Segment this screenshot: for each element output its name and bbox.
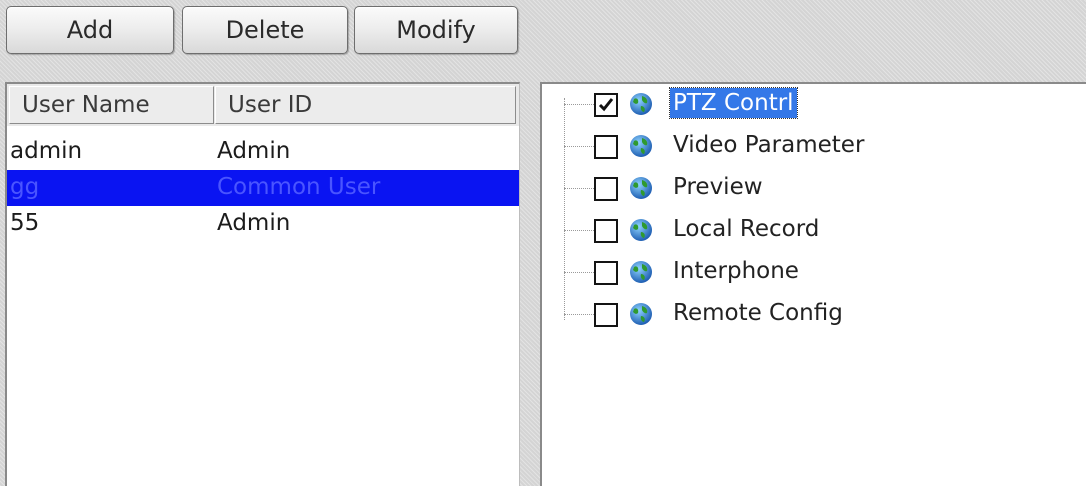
tree-item-ptz-control[interactable]: PTZ Contrl [564,86,1084,122]
tree-item-video-parameter[interactable]: Video Parameter [564,128,1084,164]
tree-branch-line [564,272,594,273]
tree-item-label: Remote Config [673,300,843,326]
globe-icon [628,301,654,327]
globe-icon [628,133,654,159]
globe-icon [628,91,654,117]
user-name-cell: admin [10,138,83,164]
tree-item-label: Local Record [673,216,820,242]
user-rows: admin Admin gg Common User 55 Admin [7,134,519,242]
user-name-cell: 55 [10,210,40,236]
modify-button[interactable]: Modify [354,6,518,54]
interphone-checkbox[interactable] [594,261,618,285]
add-button[interactable]: Add [6,6,174,54]
user-id-cell: Admin [217,210,291,236]
video-parameter-checkbox[interactable] [594,135,618,159]
tree-item-remote-config[interactable]: Remote Config [564,296,1084,332]
tree-item-label: Preview [673,174,763,200]
user-row-gg[interactable]: gg Common User [7,170,519,206]
globe-icon [628,175,654,201]
user-row-admin[interactable]: admin Admin [7,134,519,170]
user-name-cell: gg [10,174,40,200]
globe-icon [628,259,654,285]
tree-item-label: Interphone [673,258,799,284]
delete-button[interactable]: Delete [182,6,348,54]
tree-item-label: PTZ Contrl [669,87,798,119]
column-header-user-name[interactable]: User Name [9,86,214,124]
list-header: User Name User ID [7,84,519,126]
tree-item-local-record[interactable]: Local Record [564,212,1084,248]
globe-icon [628,217,654,243]
user-row-55[interactable]: 55 Admin [7,206,519,242]
checkmark-icon [598,98,614,112]
tree-item-interphone[interactable]: Interphone [564,254,1084,290]
user-id-cell: Common User [217,174,381,200]
remote-config-checkbox[interactable] [594,303,618,327]
tree-branch-line [564,104,594,105]
tree-item-label: Video Parameter [673,132,865,158]
ptz-control-checkbox[interactable] [594,93,618,117]
column-header-user-id[interactable]: User ID [215,86,516,124]
preview-checkbox[interactable] [594,177,618,201]
tree-branch-line [564,146,594,147]
tree-branch-line [564,188,594,189]
local-record-checkbox[interactable] [594,219,618,243]
tree-item-preview[interactable]: Preview [564,170,1084,206]
permission-tree: PTZ Contrl Video Parameter Preview Local… [540,82,1086,486]
user-list[interactable]: User Name User ID admin Admin gg Common … [5,82,520,486]
user-id-cell: Admin [217,138,291,164]
tree-branch-line [564,314,594,315]
tree-branch-line [564,230,594,231]
